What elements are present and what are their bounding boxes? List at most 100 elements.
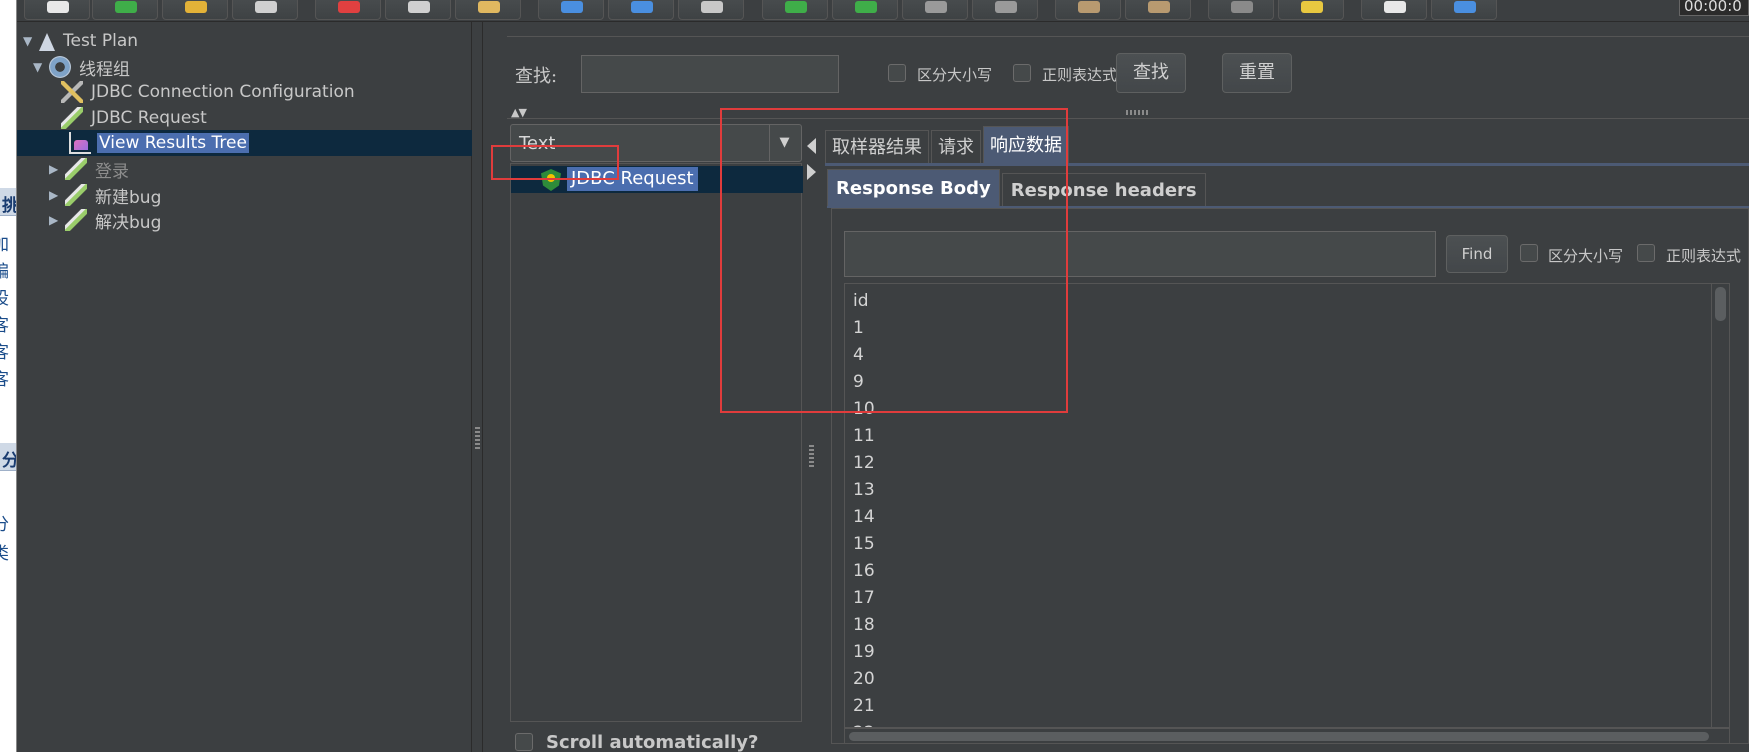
tree-item-label: View Results Tree bbox=[97, 133, 249, 153]
tab-sampler-result[interactable]: 取样器结果 bbox=[825, 130, 929, 164]
stop-icon bbox=[925, 1, 947, 13]
tab-response-headers[interactable]: Response headers bbox=[1001, 173, 1206, 207]
thread-group-icon bbox=[49, 56, 71, 78]
function-helper-button[interactable] bbox=[1361, 0, 1427, 20]
tree-item-view-results-tree[interactable]: View Results Tree bbox=[17, 130, 472, 156]
collapse-left-arrow-icon[interactable] bbox=[807, 138, 816, 154]
response-search-input[interactable] bbox=[844, 231, 1436, 277]
response-body-line: 22 bbox=[853, 720, 875, 727]
search-input[interactable] bbox=[581, 55, 839, 93]
tree-item-thread-group[interactable]: ▼ 线程组 bbox=[33, 54, 132, 80]
response-body-line: 4 bbox=[853, 345, 864, 365]
tree-item-resolve-bug[interactable]: ▶ 解决bug bbox=[49, 207, 163, 233]
response-body-line: 1 bbox=[853, 318, 864, 338]
start-button[interactable] bbox=[762, 0, 828, 20]
chevron-down-icon[interactable]: ▼ bbox=[769, 125, 799, 161]
scrollbar-thumb[interactable] bbox=[849, 732, 1709, 741]
case-sensitive-label: 区分大小写 bbox=[917, 66, 993, 84]
splitter-grip-icon[interactable] bbox=[475, 427, 480, 449]
stop-button[interactable] bbox=[902, 0, 968, 20]
tab-response-body[interactable]: Response Body bbox=[827, 169, 1000, 207]
results-splitter[interactable] bbox=[805, 130, 819, 730]
expand-button[interactable] bbox=[538, 0, 604, 20]
collapsed-toggle-icon[interactable]: ▶ bbox=[49, 213, 65, 227]
renderer-value: Text bbox=[519, 133, 556, 154]
vertical-scrollbar[interactable] bbox=[1711, 284, 1729, 727]
tab-response-data[interactable]: 响应数据 bbox=[983, 126, 1069, 164]
tree-item-label: 新建bug bbox=[95, 187, 162, 208]
sample-result-list[interactable]: JDBC Request bbox=[510, 163, 803, 722]
renderer-select[interactable]: Text ▼ bbox=[510, 124, 802, 162]
response-body-line: 12 bbox=[853, 453, 875, 473]
new-icon bbox=[47, 1, 69, 13]
splitter-grip-icon[interactable] bbox=[809, 445, 814, 467]
expand-toggle-icon[interactable]: ▼ bbox=[33, 60, 49, 74]
response-body-line: id bbox=[853, 291, 869, 311]
open-icon bbox=[185, 1, 207, 13]
tab-request[interactable]: 请求 bbox=[931, 130, 981, 164]
scrollbar-thumb[interactable] bbox=[1715, 287, 1726, 321]
expand-icon bbox=[561, 1, 583, 13]
regex-checkbox[interactable] bbox=[1013, 64, 1031, 82]
copy-icon bbox=[408, 1, 430, 13]
response-body-line: 18 bbox=[853, 615, 875, 635]
open-button[interactable] bbox=[162, 0, 228, 20]
templates-icon bbox=[115, 1, 137, 13]
scroll-automatically-label: Scroll automatically? bbox=[546, 732, 759, 752]
response-case-sensitive-checkbox[interactable] bbox=[1520, 244, 1538, 262]
copy-button[interactable] bbox=[385, 0, 451, 20]
tree-item-new-bug[interactable]: ▶ 新建bug bbox=[49, 182, 163, 208]
collapsed-toggle-icon[interactable]: ▶ bbox=[49, 162, 65, 176]
help-button[interactable] bbox=[1431, 0, 1497, 20]
response-body-line: 20 bbox=[853, 669, 875, 689]
collapsed-toggle-icon[interactable]: ▶ bbox=[49, 188, 65, 202]
start-no-pauses-button[interactable] bbox=[832, 0, 898, 20]
background-text: 分 bbox=[0, 515, 16, 535]
reset-button[interactable]: 重置 bbox=[1222, 53, 1292, 93]
view-results-tree-panel: 查找: 区分大小写 正则表达式 查找 重置 ▲▼ Text ▼ JDBC Req… bbox=[483, 22, 1749, 752]
shutdown-button[interactable] bbox=[972, 0, 1038, 20]
main-splitter[interactable] bbox=[472, 22, 483, 752]
find-button[interactable]: 查找 bbox=[1116, 53, 1186, 93]
collapse-right-arrow-icon[interactable] bbox=[807, 164, 816, 180]
start-no-pauses-icon bbox=[855, 1, 877, 13]
response-body-text[interactable]: id14910111213141516171819202122 bbox=[844, 283, 1730, 728]
templates-button[interactable] bbox=[92, 0, 158, 20]
tree-item-label: Test Plan bbox=[63, 31, 139, 51]
paste-button[interactable] bbox=[455, 0, 521, 20]
scroll-automatically-checkbox[interactable] bbox=[515, 733, 533, 751]
sampler-icon bbox=[61, 107, 83, 129]
response-body-line: 17 bbox=[853, 588, 875, 608]
response-body-panel: Find 区分大小写 正则表达式 id 1 4 9 10 11 12 13 14 15 16 17 18… bbox=[831, 208, 1749, 744]
tree-item-test-plan[interactable]: ▼ Test Plan bbox=[23, 28, 140, 54]
tree-item-jdbc-connection-configuration[interactable]: JDBC Connection Configuration bbox=[61, 79, 357, 105]
response-body-line: 11 bbox=[853, 426, 875, 446]
response-body-line: 15 bbox=[853, 534, 875, 554]
clear-button[interactable] bbox=[1055, 0, 1121, 20]
search-button[interactable] bbox=[1208, 0, 1274, 20]
new-button[interactable] bbox=[24, 0, 90, 20]
toggle-button[interactable] bbox=[678, 0, 744, 20]
success-shield-icon bbox=[541, 169, 561, 191]
tree-item-jdbc-request[interactable]: JDBC Request bbox=[61, 105, 209, 131]
case-sensitive-checkbox[interactable] bbox=[888, 64, 906, 82]
save-button[interactable] bbox=[232, 0, 298, 20]
background-text: 加 bbox=[0, 235, 16, 255]
horizontal-splitter-grip-icon[interactable] bbox=[1126, 110, 1148, 115]
sample-result-item[interactable]: JDBC Request bbox=[511, 166, 803, 193]
horizontal-scrollbar[interactable] bbox=[844, 728, 1730, 744]
expand-toggle-icon[interactable]: ▼ bbox=[23, 34, 39, 48]
cut-button[interactable] bbox=[315, 0, 381, 20]
clear-all-button[interactable] bbox=[1125, 0, 1191, 20]
tree-item-login[interactable]: ▶ 登录 bbox=[49, 156, 131, 182]
response-regex-checkbox[interactable] bbox=[1637, 244, 1655, 262]
reset-search-button[interactable] bbox=[1278, 0, 1344, 20]
response-body-line: 10 bbox=[853, 399, 875, 419]
test-plan-tree[interactable]: ▼ Test Plan ▼ 线程组 JDBC Connection Config… bbox=[17, 22, 472, 752]
save-icon bbox=[255, 1, 277, 13]
collapse-icon bbox=[631, 1, 653, 13]
tab-underline bbox=[825, 163, 1749, 166]
response-find-button[interactable]: Find bbox=[1446, 235, 1508, 273]
collapse-button[interactable] bbox=[608, 0, 674, 20]
background-window-strip: 挑分加编设客客客分类 bbox=[0, 0, 17, 752]
